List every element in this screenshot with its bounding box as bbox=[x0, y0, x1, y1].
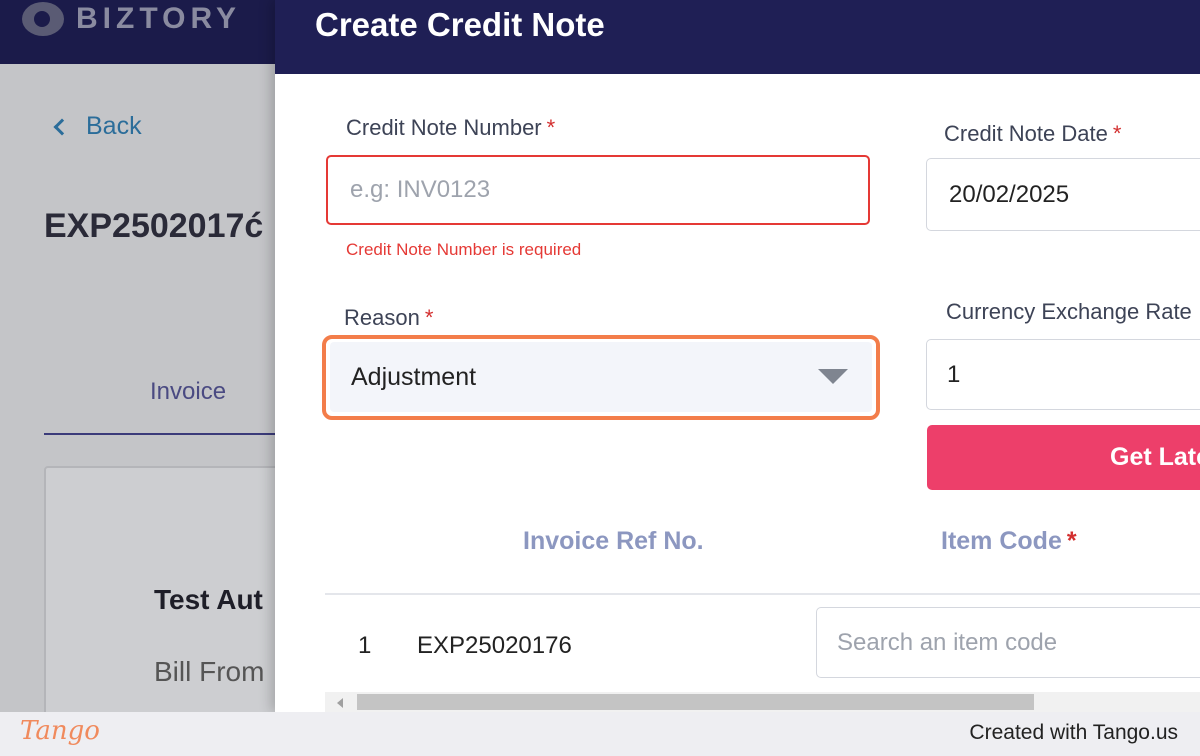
chevron-left-icon bbox=[53, 118, 71, 135]
scroll-left-icon[interactable] bbox=[337, 698, 343, 708]
credit-note-number-label: Credit Note Number * bbox=[346, 115, 555, 141]
item-code-header-text: Item Code bbox=[941, 527, 1062, 555]
logo-mark-icon bbox=[22, 2, 64, 36]
reason-selected-value: Adjustment bbox=[351, 362, 477, 391]
reason-select[interactable]: Adjustment bbox=[330, 342, 872, 412]
tango-credit: Created with Tango.us bbox=[969, 721, 1178, 744]
horizontal-scrollbar[interactable] bbox=[325, 692, 1200, 712]
document-title: EXP2502017ć bbox=[44, 207, 264, 245]
modal-header: Create Credit Note bbox=[275, 0, 1200, 74]
back-link[interactable]: Back bbox=[53, 112, 142, 141]
exchange-rate-value: 1 bbox=[947, 360, 961, 388]
exchange-rate-label: Currency Exchange Rate bbox=[946, 299, 1192, 324]
reason-label: Reason * bbox=[344, 305, 433, 331]
tab-invoice[interactable]: Invoice bbox=[150, 378, 226, 406]
credit-note-number-label-text: Credit Note Number bbox=[346, 115, 542, 140]
reason-label-text: Reason bbox=[344, 305, 420, 330]
create-credit-note-modal: Create Credit Note Credit Note Number * e… bbox=[275, 0, 1200, 712]
exchange-rate-input[interactable]: 1 bbox=[926, 339, 1200, 410]
required-mark: * bbox=[546, 115, 556, 140]
credit-note-date-value: 20/02/2025 bbox=[949, 180, 1070, 208]
card-bill-from: Bill From bbox=[154, 656, 265, 687]
scroll-thumb[interactable] bbox=[357, 694, 1034, 710]
modal-title: Create Credit Note bbox=[315, 6, 605, 43]
credit-note-number-error: Credit Note Number is required bbox=[346, 240, 582, 259]
row-invoice-ref: EXP25020176 bbox=[417, 632, 572, 659]
required-mark: * bbox=[1066, 527, 1077, 555]
tab-active-indicator bbox=[44, 433, 284, 435]
item-code-search-input[interactable]: Search an item code bbox=[816, 607, 1200, 678]
card-name: Test Aut bbox=[154, 584, 263, 615]
table-divider bbox=[325, 593, 1200, 595]
credit-note-number-placeholder: e.g: INV0123 bbox=[350, 176, 491, 203]
credit-note-date-label-text: Credit Note Date bbox=[944, 121, 1108, 146]
app-logo: BIZTORY bbox=[22, 2, 241, 36]
back-label: Back bbox=[86, 112, 142, 140]
caret-down-icon bbox=[818, 369, 848, 384]
credit-note-date-label: Credit Note Date * bbox=[944, 121, 1121, 147]
required-mark: * bbox=[1112, 121, 1122, 146]
tango-logo: Tango bbox=[20, 716, 100, 746]
get-latest-rate-button[interactable]: Get Late bbox=[927, 425, 1200, 490]
tango-footer: Tango Created with Tango.us bbox=[0, 712, 1200, 756]
item-code-placeholder: Search an item code bbox=[837, 628, 1058, 656]
column-header-item-code: Item Code * bbox=[941, 527, 1077, 556]
required-mark: * bbox=[424, 305, 434, 330]
credit-note-number-input[interactable]: e.g: INV0123 bbox=[326, 155, 870, 225]
credit-note-date-input[interactable]: 20/02/2025 bbox=[926, 158, 1200, 231]
column-header-invoice-ref: Invoice Ref No. bbox=[523, 527, 704, 555]
logo-text: BIZTORY bbox=[76, 2, 242, 35]
row-index: 1 bbox=[358, 632, 372, 659]
